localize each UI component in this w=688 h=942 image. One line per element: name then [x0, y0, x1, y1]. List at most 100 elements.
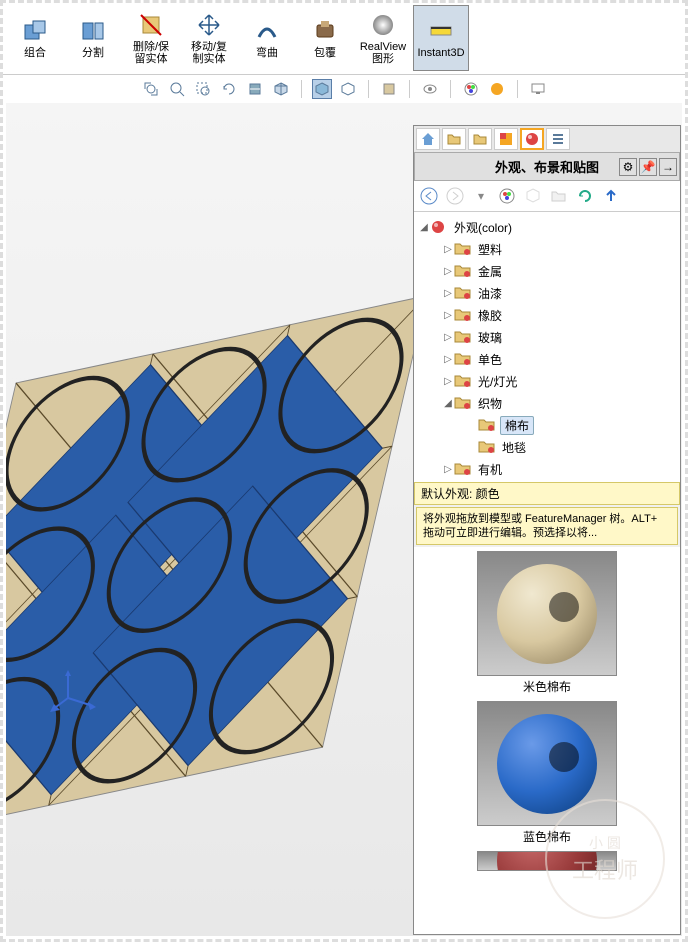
zoom-window-icon[interactable]: [193, 79, 213, 99]
combine-button[interactable]: 组合: [7, 5, 63, 71]
ball-icon: [497, 851, 597, 871]
folder-icon: [454, 395, 472, 411]
tab-appearances[interactable]: [520, 128, 544, 150]
swatch-label: 蓝色棉布: [521, 826, 573, 847]
section-view-icon[interactable]: [245, 79, 265, 99]
folder-icon: [478, 417, 496, 433]
split-button[interactable]: 分割: [65, 5, 121, 71]
ribbon-toolbar: 组合 分割 删除/保 留实体 移动/复 制实体 弯曲 包覆 RealView 图…: [3, 3, 685, 75]
folder-icon: [454, 329, 472, 345]
delete-keep-label: 删除/保 留实体: [133, 41, 169, 65]
split-label: 分割: [82, 47, 104, 59]
swatch-blue-cotton[interactable]: 蓝色棉布: [475, 701, 620, 847]
scene-icon[interactable]: [487, 79, 507, 99]
tree-node-rubber[interactable]: ▷橡胶: [414, 304, 680, 326]
tab-palette[interactable]: [494, 128, 518, 150]
move-copy-icon: [195, 11, 223, 39]
tree-node-solid[interactable]: ▷单色: [414, 348, 680, 370]
flex-icon: [253, 17, 281, 45]
swatch-preview[interactable]: [477, 551, 617, 676]
tree-node-carpet[interactable]: 地毯: [414, 436, 680, 458]
panel-tabs: [414, 126, 680, 152]
box-tool-icon[interactable]: [522, 185, 544, 207]
appearance-tool-icon[interactable]: [496, 185, 518, 207]
split-icon: [79, 17, 107, 45]
tree-node-metal[interactable]: ▷金属: [414, 260, 680, 282]
realview-button[interactable]: RealView 图形: [355, 5, 411, 71]
delete-keep-icon: [137, 11, 165, 39]
tip-bar: 将外观拖放到模型或 FeatureManager 树。ALT+ 拖动可立即进行编…: [416, 507, 678, 545]
swatch-list[interactable]: 米色棉布 蓝色棉布: [414, 547, 680, 934]
appearances-panel: 外观、布景和贴图 ⚙ 📌 → ▾ ◢外观(color) ▷塑料 ▷金属 ▷油漆 …: [413, 125, 681, 935]
tree-node-light[interactable]: ▷光/灯光: [414, 370, 680, 392]
folder-icon: [446, 131, 462, 147]
tab-list[interactable]: [546, 128, 570, 150]
panel-mini-toolbar: ▾: [414, 181, 680, 212]
folder-icon: [454, 241, 472, 257]
swatch-preview[interactable]: [477, 851, 617, 871]
rotate-view-icon[interactable]: [219, 79, 239, 99]
panel-title: 外观、布景和贴图: [495, 157, 599, 176]
combine-label: 组合: [24, 47, 46, 59]
move-copy-button[interactable]: 移动/复 制实体: [181, 5, 237, 71]
folder-icon: [454, 285, 472, 301]
default-appearance-bar: 默认外观: 颜色: [414, 482, 680, 505]
zoom-area-icon[interactable]: [167, 79, 187, 99]
combine-icon: [21, 17, 49, 45]
folder-tool-icon[interactable]: [548, 185, 570, 207]
hidden-lines-icon[interactable]: [338, 79, 358, 99]
forward-icon[interactable]: [444, 185, 466, 207]
folder-icon: [454, 461, 472, 477]
home-icon: [420, 131, 436, 147]
tree-node-fabric[interactable]: ◢织物: [414, 392, 680, 414]
folder-icon: [454, 373, 472, 389]
folder-icon: [454, 263, 472, 279]
appearance-tree[interactable]: ◢外观(color) ▷塑料 ▷金属 ▷油漆 ▷橡胶 ▷玻璃 ▷单色 ▷光/灯光…: [414, 212, 680, 482]
display-icon[interactable]: [528, 79, 548, 99]
tree-root-appearance[interactable]: ◢外观(color): [414, 216, 680, 238]
tree-node-glass[interactable]: ▷玻璃: [414, 326, 680, 348]
folder-icon: [478, 439, 496, 455]
ball-icon: [497, 714, 597, 814]
tab-folder[interactable]: [442, 128, 466, 150]
refresh-icon[interactable]: [574, 185, 596, 207]
expand-icon[interactable]: →: [659, 158, 677, 176]
swatch-preview[interactable]: [477, 701, 617, 826]
view-toolbar: [3, 75, 685, 103]
color-ball-icon: [524, 131, 540, 147]
flex-label: 弯曲: [256, 47, 278, 59]
hide-show-icon[interactable]: [420, 79, 440, 99]
folder-icon: [454, 351, 472, 367]
tree-node-plastic[interactable]: ▷塑料: [414, 238, 680, 260]
model-3d: [6, 283, 466, 883]
flex-button[interactable]: 弯曲: [239, 5, 295, 71]
back-icon[interactable]: [418, 185, 440, 207]
wrap-icon: [311, 17, 339, 45]
swatch-partial[interactable]: [475, 851, 620, 871]
box-icon[interactable]: [379, 79, 399, 99]
folder-icon: [454, 307, 472, 323]
origin-triad-icon: [48, 668, 98, 718]
tree-node-paint[interactable]: ▷油漆: [414, 282, 680, 304]
delete-keep-button[interactable]: 删除/保 留实体: [123, 5, 179, 71]
appearance-icon[interactable]: [461, 79, 481, 99]
tab-folder2[interactable]: [468, 128, 492, 150]
swatch-label: 米色棉布: [521, 676, 573, 697]
pin-icon[interactable]: 📌: [639, 158, 657, 176]
up-icon[interactable]: [600, 185, 622, 207]
list-icon: [550, 131, 566, 147]
move-copy-label: 移动/复 制实体: [191, 41, 227, 65]
zoom-fit-icon[interactable]: [141, 79, 161, 99]
color-ball-icon: [430, 219, 448, 235]
tree-node-organic[interactable]: ▷有机: [414, 458, 680, 480]
view-orientation-icon[interactable]: [271, 79, 291, 99]
wrap-label: 包覆: [314, 47, 336, 59]
display-style-icon[interactable]: [312, 79, 332, 99]
gear-icon[interactable]: ⚙: [619, 158, 637, 176]
tab-home[interactable]: [416, 128, 440, 150]
wrap-button[interactable]: 包覆: [297, 5, 353, 71]
tree-node-cotton[interactable]: 棉布: [414, 414, 680, 436]
instant3d-button[interactable]: Instant3D: [413, 5, 469, 71]
ball-icon: [497, 564, 597, 664]
swatch-beige-cotton[interactable]: 米色棉布: [475, 551, 620, 697]
